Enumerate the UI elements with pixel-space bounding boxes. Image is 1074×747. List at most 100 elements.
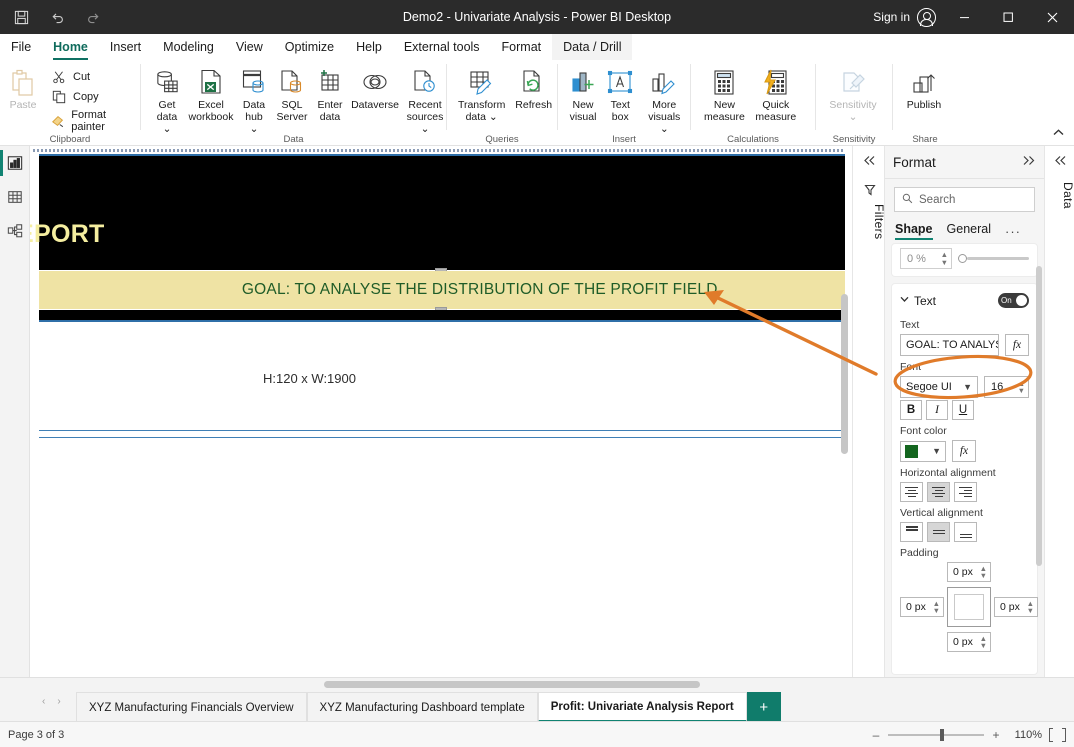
new-measure-button[interactable]: New measure <box>699 63 750 124</box>
sidebar-item-model-view[interactable] <box>0 214 30 248</box>
canvas-horizontal-scrollbar[interactable] <box>324 681 700 688</box>
stepper-arrows-icon[interactable]: ▲ ▼ <box>980 635 987 650</box>
paste-button[interactable]: Paste <box>0 63 46 112</box>
copy-button[interactable]: Copy <box>46 87 140 107</box>
excel-workbook-button[interactable]: Excel workbook <box>187 63 235 124</box>
cut-button[interactable]: Cut <box>46 67 140 87</box>
format-pane-scrollbar[interactable] <box>1036 266 1042 566</box>
stepper-arrows-icon[interactable]: ▲ ▼ <box>980 565 987 580</box>
format-pane[interactable]: Format Search Shape General ··· 0 % ▲ ▼ … <box>885 146 1044 677</box>
zoom-out-button[interactable]: – <box>871 728 881 742</box>
ribbon-tab-optimize[interactable]: Optimize <box>274 34 345 60</box>
refresh-button[interactable]: Refresh <box>510 63 557 112</box>
recent-sources-button[interactable]: Recent sources ⌄ <box>401 63 449 135</box>
ribbon-tab-data-drill[interactable]: Data / Drill <box>552 34 633 60</box>
chevron-double-right-icon[interactable] <box>1022 155 1036 169</box>
stepper-arrows-icon[interactable]: ▲ ▼ <box>1027 600 1034 615</box>
report-canvas[interactable]: EPORT GOAL: TO ANALYSE THE DISTRIBUTION … <box>30 146 852 677</box>
padding-bottom-stepper[interactable]: 0 px ▲ ▼ <box>947 632 991 652</box>
font-color-fx-button[interactable]: fx <box>952 440 976 462</box>
sidebar-item-report-view[interactable] <box>0 146 30 180</box>
save-icon[interactable] <box>10 6 32 28</box>
filters-pane-collapsed[interactable]: Filters <box>852 146 886 677</box>
quick-measure-button[interactable]: Quick measure <box>750 63 802 124</box>
font-size-stepper[interactable]: 16 ▲ ▼ <box>984 376 1029 398</box>
search-input[interactable]: Search <box>894 187 1035 212</box>
chevron-down-icon[interactable] <box>900 295 909 306</box>
data-pane-collapsed[interactable]: Data <box>1044 146 1074 677</box>
ribbon-collapse-button[interactable] <box>1048 123 1068 141</box>
padding-right-stepper[interactable]: 0 px ▲ ▼ <box>994 597 1038 617</box>
ribbon-tab-view[interactable]: View <box>225 34 274 60</box>
align-left-button[interactable] <box>900 482 923 502</box>
stepper-arrows-icon[interactable]: ▲ ▼ <box>1018 380 1025 395</box>
italic-button[interactable]: I <box>926 400 948 420</box>
chevron-down-icon[interactable]: ▼ <box>932 446 941 456</box>
enter-data-button[interactable]: Enter data <box>311 63 349 124</box>
padding-top-stepper[interactable]: 0 px ▲ ▼ <box>947 562 991 582</box>
ribbon-tab-home[interactable]: Home <box>42 34 99 60</box>
ribbon-tab-help[interactable]: Help <box>345 34 393 60</box>
tab-general[interactable]: General <box>947 222 991 240</box>
slider-knob[interactable] <box>958 254 967 263</box>
data-hub-button[interactable]: Data hub ⌄ <box>235 63 273 135</box>
zoom-slider[interactable] <box>888 728 984 741</box>
canvas-vertical-scrollbar[interactable] <box>841 294 848 454</box>
ribbon-tab-modeling[interactable]: Modeling <box>152 34 225 60</box>
minimize-button[interactable] <box>942 0 986 34</box>
fx-button[interactable]: fx <box>1005 334 1029 356</box>
text-box-button[interactable]: Text box <box>602 63 639 124</box>
add-page-button[interactable]: + <box>746 692 781 722</box>
text-input[interactable]: GOAL: TO ANALYSE <box>900 334 999 356</box>
text-section-toggle[interactable]: On <box>998 293 1029 308</box>
zoom-in-button[interactable]: + <box>991 728 1001 742</box>
slider-track[interactable] <box>967 257 1029 260</box>
tab-shape[interactable]: Shape <box>895 222 933 240</box>
redo-icon[interactable] <box>82 6 104 28</box>
sensitivity-button[interactable]: Sensitivity ⌄ <box>822 63 884 124</box>
chevron-double-left-icon[interactable] <box>1045 154 1074 169</box>
goal-banner[interactable]: GOAL: TO ANALYSE THE DISTRIBUTION OF THE… <box>39 271 845 309</box>
transparency-stepper[interactable]: 0 % ▲ ▼ <box>900 248 952 269</box>
align-top-button[interactable] <box>900 522 923 542</box>
fit-to-page-icon[interactable] <box>1049 727 1066 742</box>
publish-button[interactable]: Publish <box>899 63 949 112</box>
new-visual-button[interactable]: New visual <box>564 63 602 124</box>
underline-button[interactable]: U <box>952 400 974 420</box>
sign-in-button[interactable]: Sign in <box>873 7 942 27</box>
maximize-button[interactable] <box>986 0 1030 34</box>
align-right-button[interactable] <box>954 482 977 502</box>
page-tab-dashboard-template[interactable]: XYZ Manufacturing Dashboard template <box>306 692 538 722</box>
next-page-button[interactable]: › <box>57 696 60 707</box>
transform-data-button[interactable]: Transform data ⌄ <box>453 63 510 124</box>
more-options-icon[interactable]: ··· <box>1005 224 1021 239</box>
chevron-left-icon[interactable] <box>853 154 886 169</box>
stepper-arrows-icon[interactable]: ▲ ▼ <box>941 251 948 266</box>
sql-server-button[interactable]: SQL Server <box>273 63 311 124</box>
bold-button[interactable]: B <box>900 400 922 420</box>
ribbon-tab-file[interactable]: File <box>0 34 42 60</box>
stepper-arrows-icon[interactable]: ▲ ▼ <box>933 600 940 615</box>
text-section-header[interactable]: Text On <box>900 291 1029 314</box>
align-middle-button[interactable] <box>927 522 950 542</box>
sidebar-item-table-view[interactable] <box>0 180 30 214</box>
ribbon-tab-format[interactable]: Format <box>491 34 553 60</box>
prev-page-button[interactable]: ‹ <box>42 696 45 707</box>
padding-left-stepper[interactable]: 0 px ▲ ▼ <box>900 597 944 617</box>
undo-icon[interactable] <box>46 6 68 28</box>
get-data-button[interactable]: Get data ⌄ <box>147 63 187 135</box>
page-tab-univariate-analysis-report[interactable]: Profit: Univariate Analysis Report <box>537 692 747 722</box>
chevron-down-icon[interactable]: ▼ <box>963 382 972 392</box>
report-page[interactable]: EPORT GOAL: TO ANALYSE THE DISTRIBUTION … <box>30 149 849 677</box>
ribbon-tab-insert[interactable]: Insert <box>99 34 152 60</box>
ribbon-tab-external-tools[interactable]: External tools <box>393 34 491 60</box>
font-family-select[interactable]: Segoe UI ▼ <box>900 376 978 398</box>
format-painter-button[interactable]: Format painter <box>46 107 140 135</box>
dataverse-button[interactable]: Dataverse <box>349 63 401 112</box>
close-button[interactable] <box>1030 0 1074 34</box>
more-visuals-button[interactable]: More visuals ⌄ <box>639 63 690 135</box>
zoom-slider-knob[interactable] <box>940 728 944 741</box>
page-tab-financials-overview[interactable]: XYZ Manufacturing Financials Overview <box>76 692 307 722</box>
transparency-slider[interactable] <box>958 254 1029 263</box>
align-bottom-button[interactable] <box>954 522 977 542</box>
